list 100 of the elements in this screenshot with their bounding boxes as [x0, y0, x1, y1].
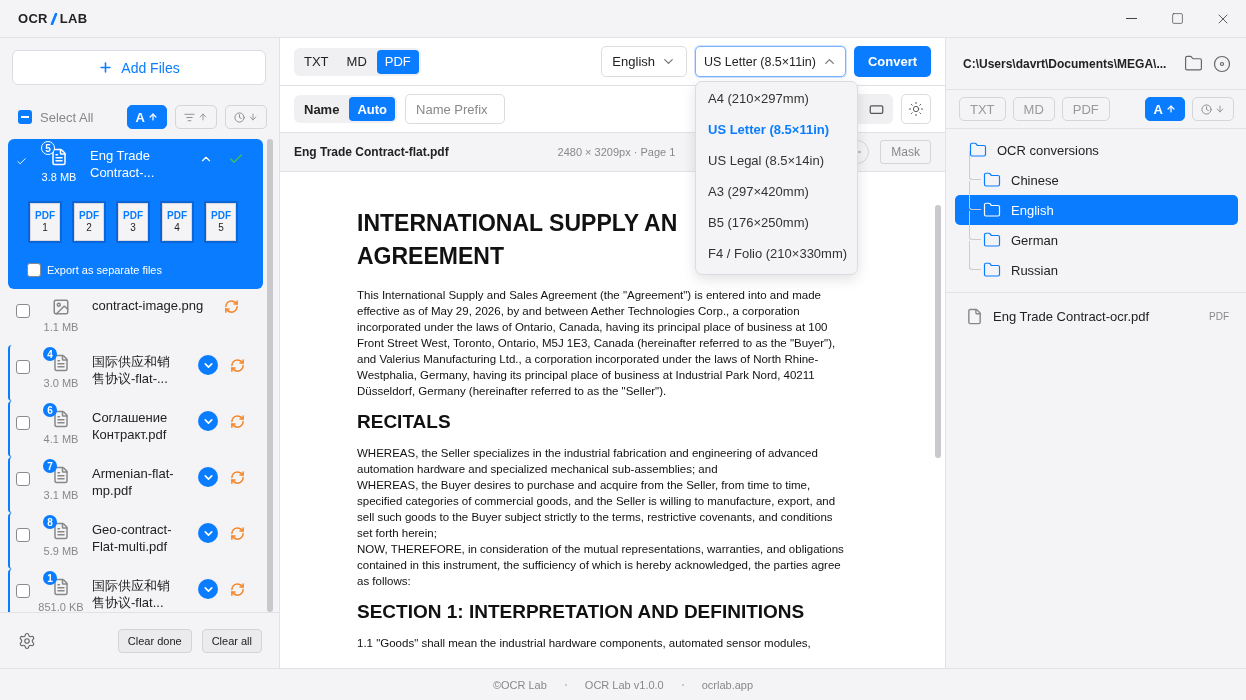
page-thumbnail[interactable]: PDF 2	[74, 203, 104, 241]
menu-option[interactable]: B5 (176×250mm)	[696, 207, 857, 238]
checkbox[interactable]	[16, 472, 30, 486]
format-tab[interactable]: TXT	[296, 49, 337, 74]
document-heading: RECITALS	[357, 410, 451, 434]
naming-tab[interactable]: Name	[296, 97, 348, 121]
slash-logo-icon	[49, 12, 58, 25]
clear-button[interactable]: Clear all	[201, 628, 262, 653]
folder-icon[interactable]	[1184, 54, 1203, 73]
menu-option[interactable]: A4 (210×297mm)	[696, 83, 857, 114]
arrow-down-icon	[248, 112, 258, 122]
checkbox[interactable]	[16, 584, 30, 598]
sort-button[interactable]	[1192, 97, 1234, 121]
document-info: 2480 × 3209px · Page 1	[557, 146, 676, 158]
folder-icon	[983, 201, 1001, 219]
output-file-row[interactable]: Eng Trade Contract-ocr.pdf PDF	[946, 293, 1246, 339]
count-badge: 5	[41, 141, 55, 155]
sun-icon[interactable]	[901, 94, 931, 124]
folder-icon	[983, 171, 1001, 189]
checkbox-label: Export as separate files	[47, 264, 162, 276]
tree-line	[969, 211, 981, 240]
expand-button[interactable]	[198, 355, 218, 375]
footer-text: OCR Lab v1.0.0	[584, 678, 664, 691]
add-files-button[interactable]: Add Files	[12, 50, 266, 85]
count-badge: 6	[43, 403, 57, 417]
document-title: Eng Trade Contract-flat.pdf	[294, 145, 449, 159]
menu-option[interactable]: A3 (297×420mm)	[696, 176, 857, 207]
count-badge: 7	[43, 459, 57, 473]
convert-button[interactable]: Convert	[854, 46, 931, 77]
refresh-icon[interactable]	[224, 299, 239, 314]
language-select[interactable]: English	[601, 46, 687, 77]
sort-lines-icon	[184, 111, 195, 123]
selected-file-card[interactable]: 5 3.8 MB Eng Trade Contract-... PDF 1 PDF 2 PDF 3 PDF 4 PDF 5 Export as separate files	[8, 139, 263, 289]
menu-option[interactable]: F4 / Folio (210×330mm)	[696, 238, 857, 269]
checkbox[interactable]	[16, 416, 30, 430]
refresh-icon[interactable]	[230, 525, 245, 541]
folder-item[interactable]: German	[955, 225, 1238, 255]
file-size: 851.0 KB	[38, 601, 84, 612]
arrow-up-icon	[1166, 104, 1176, 114]
paper-size-select[interactable]: US Letter (8.5×11in)	[695, 46, 846, 77]
file-name: Соглашение Контракт.pdf	[92, 409, 169, 443]
file-name: Geo-contract-Flat-multi.pdf	[92, 521, 173, 555]
clear-button[interactable]: Clear done	[117, 628, 192, 653]
expand-button[interactable]	[198, 523, 218, 543]
folder-icon	[969, 141, 987, 159]
refresh-icon[interactable]	[230, 469, 245, 485]
name-prefix-field[interactable]: Name Prefix	[405, 94, 506, 124]
file-icon	[966, 307, 983, 325]
file-name: contract-image.png	[92, 297, 205, 314]
document-heading: SECTION 1: INTERPRETATION AND DEFINITIONS	[357, 600, 805, 624]
checkbox[interactable]	[16, 528, 30, 542]
folder-item[interactable]: OCR conversions	[955, 135, 1238, 165]
settings-icon[interactable]	[18, 631, 36, 650]
document-heading: INTERNATIONAL SUPPLY AN AGREEMENT	[357, 209, 678, 271]
page-thumbnail[interactable]: PDF 4	[162, 203, 192, 241]
page-thumbnail[interactable]: PDF 1	[30, 203, 60, 241]
tree-line	[969, 241, 981, 270]
file-name: Armenian-flat-mp.pdf	[92, 465, 175, 499]
folder-item[interactable]: Russian	[955, 255, 1238, 285]
logo-text: OCR	[18, 11, 48, 26]
format-tab[interactable]: PDF	[376, 49, 419, 74]
file-size: 1.1 MB	[43, 321, 79, 333]
file-name: Eng Trade Contract-...	[90, 147, 156, 181]
file-size: 3.8 MB	[41, 171, 77, 183]
expand-button[interactable]	[198, 467, 218, 487]
checkbox[interactable]	[27, 263, 41, 277]
naming-tab[interactable]: Auto	[349, 97, 396, 121]
file-name: 国际供应和销售协议-flat...	[92, 577, 171, 611]
arrow-up-icon	[148, 112, 158, 122]
count-badge: 8	[43, 515, 57, 529]
page-thumbnail[interactable]: PDF 3	[118, 203, 148, 241]
file-size: 3.1 MB	[43, 489, 79, 501]
folder-item[interactable]: Chinese	[955, 165, 1238, 195]
folder-icon	[983, 261, 1001, 279]
footer-text: ©OCR Lab	[492, 678, 547, 691]
menu-option[interactable]: US Letter (8.5×11in)	[696, 114, 857, 145]
file-type: PDF	[1209, 310, 1229, 322]
checkbox[interactable]	[16, 304, 30, 318]
menu-option[interactable]: US Legal (8.5×14in)	[696, 145, 857, 176]
page-thumbnail[interactable]: PDF 5	[206, 203, 236, 241]
clock-icon	[234, 111, 245, 123]
file-name: Eng Trade Contract-ocr.pdf	[993, 308, 1151, 324]
sort-button[interactable]	[225, 105, 267, 129]
output-path: C:\Users\davrt\Documents\MEGA\...	[963, 56, 1168, 71]
refresh-icon[interactable]	[230, 357, 245, 373]
checkbox[interactable]	[16, 360, 30, 374]
expand-button[interactable]	[198, 579, 218, 599]
logo-text: LAB	[59, 11, 88, 26]
format-tab[interactable]: MD	[338, 49, 375, 74]
sort-button[interactable]: A	[1144, 97, 1185, 121]
select-all-checkbox[interactable]	[18, 110, 32, 124]
folder-icon	[983, 231, 1001, 249]
expand-button[interactable]	[198, 411, 218, 431]
folder-item[interactable]: English	[955, 195, 1238, 225]
count-badge: 4	[43, 347, 57, 361]
refresh-icon[interactable]	[230, 413, 245, 429]
refresh-icon[interactable]	[230, 581, 245, 597]
sort-button[interactable]	[175, 105, 217, 129]
sort-button[interactable]: A	[126, 105, 167, 129]
target-icon[interactable]	[1213, 54, 1231, 73]
